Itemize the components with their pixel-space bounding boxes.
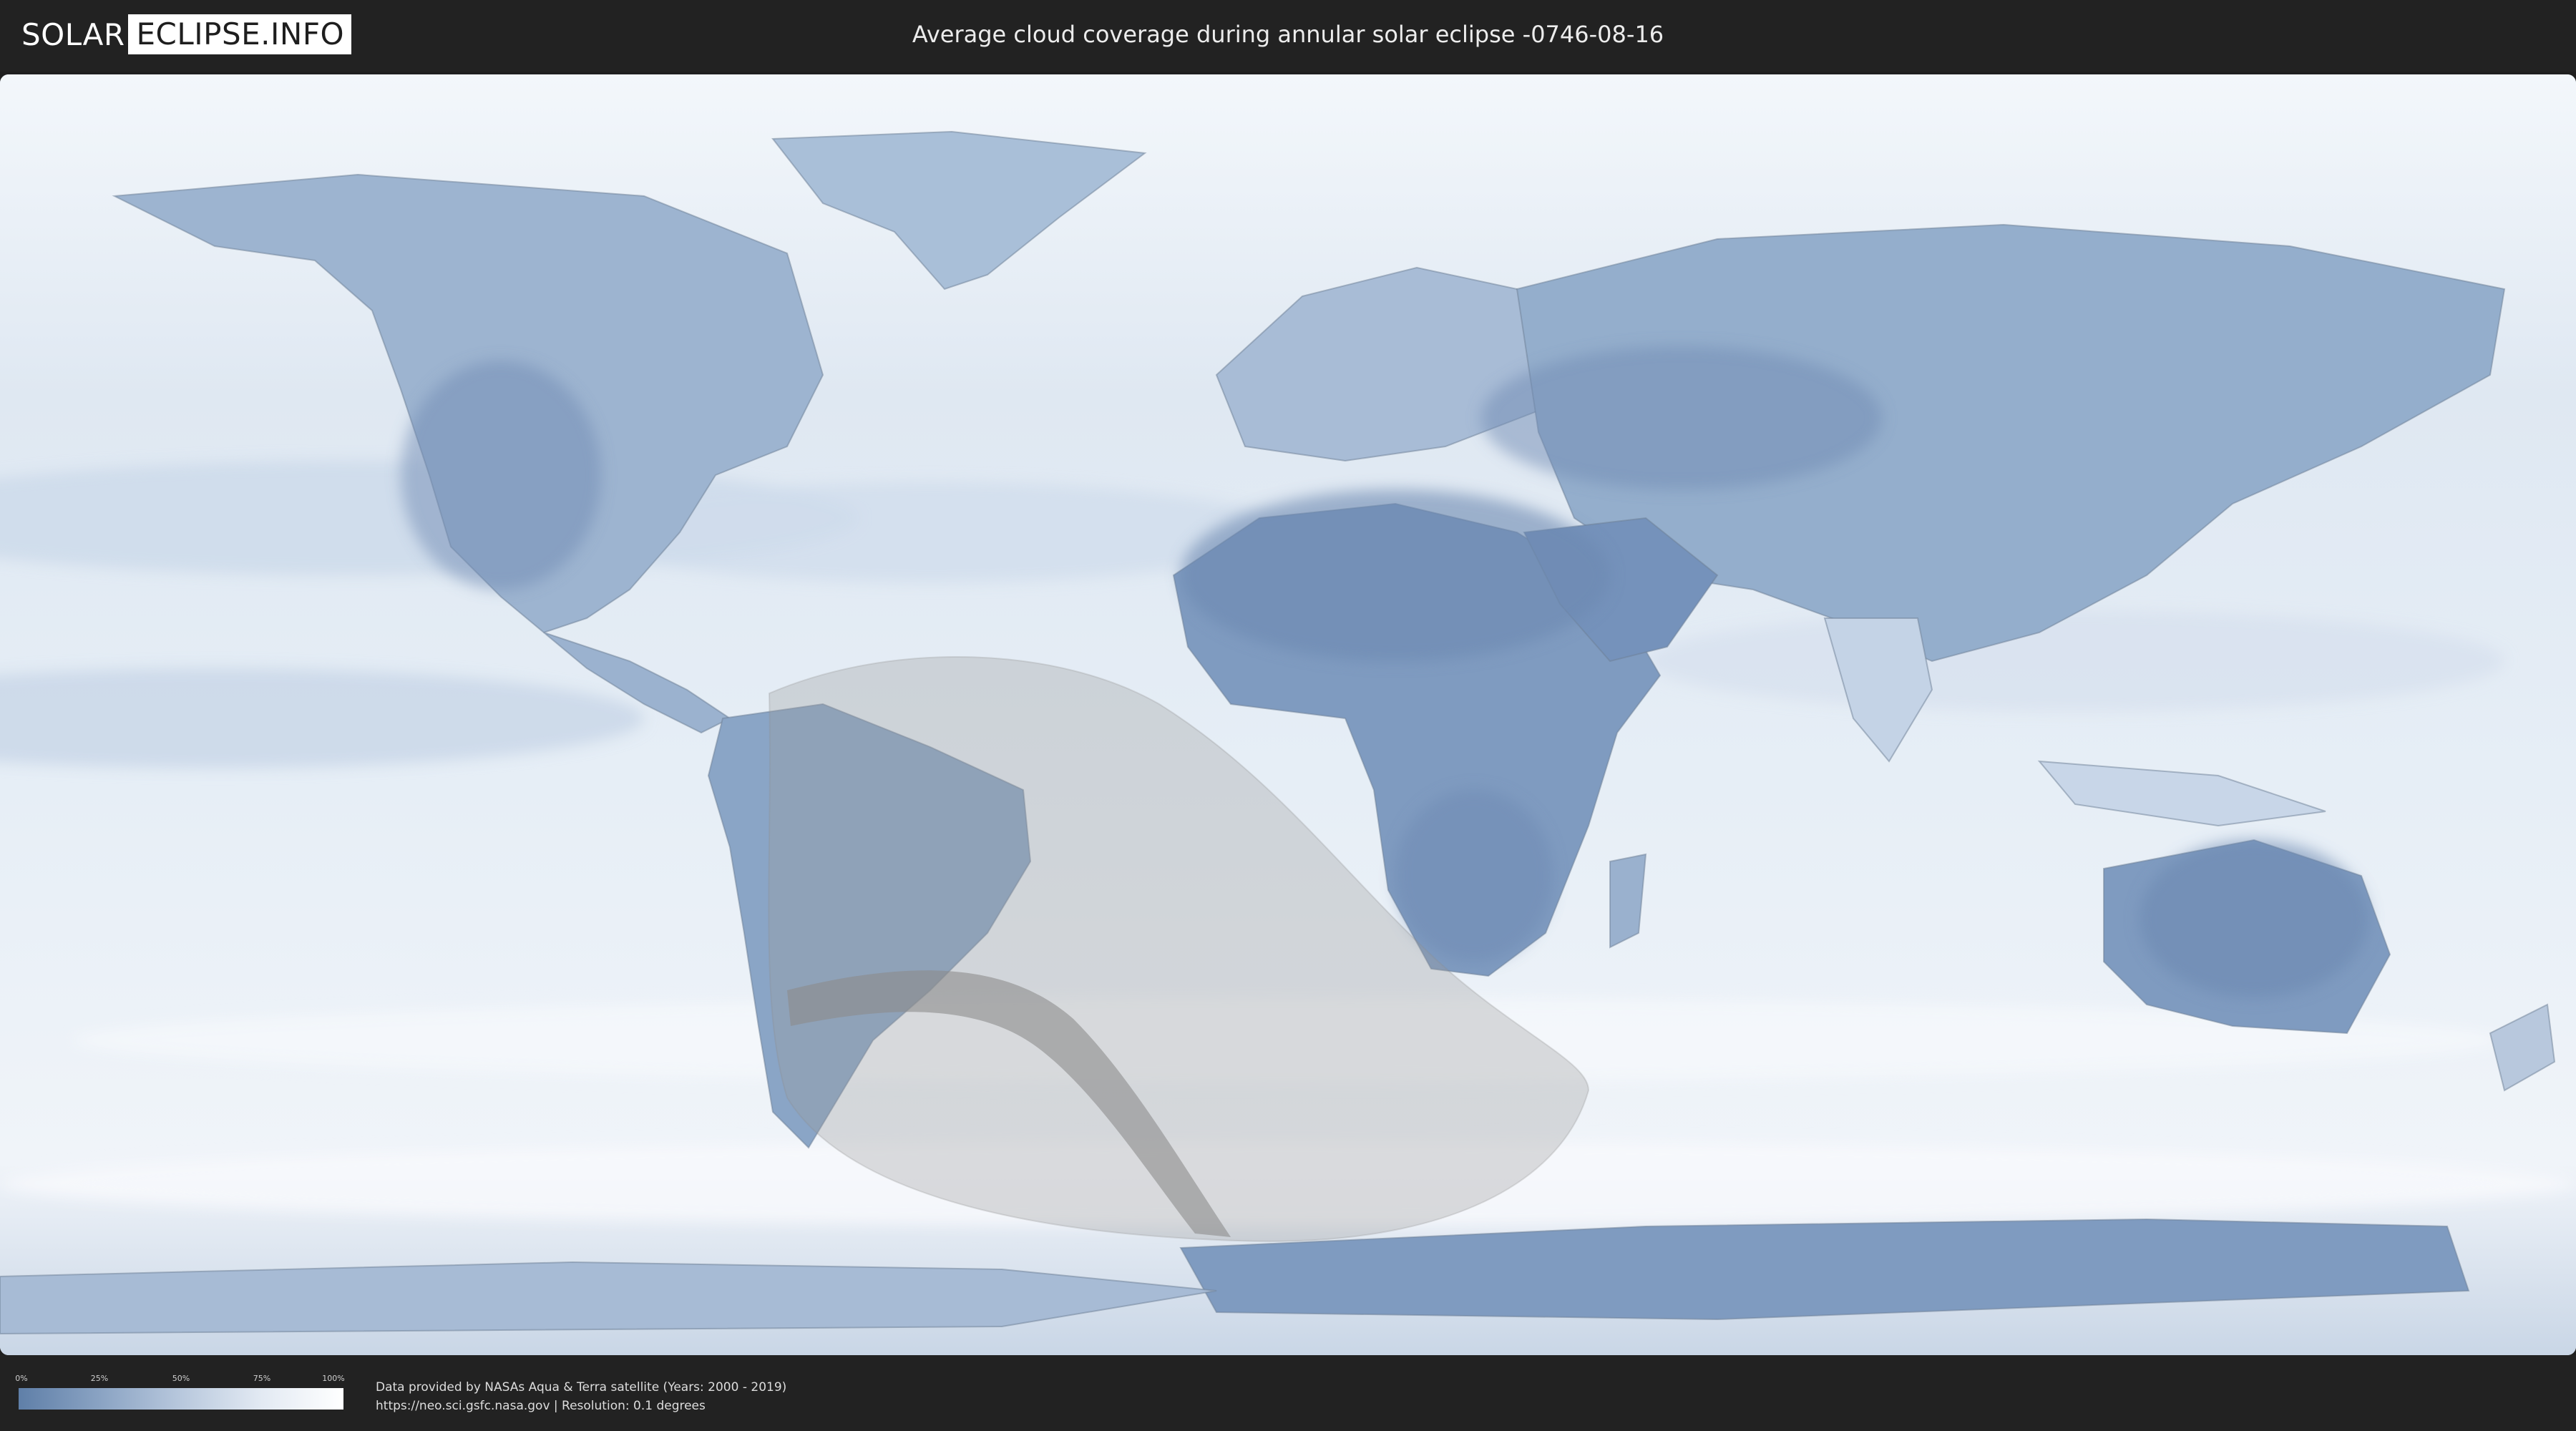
credits-line-2[interactable]: https://neo.sci.gsfc.nasa.gov | Resoluti… xyxy=(376,1397,786,1415)
cloud-coverage-map[interactable] xyxy=(0,74,2576,1355)
header-bar: SOLAR ECLIPSE.INFO Average cloud coverag… xyxy=(0,0,2576,72)
cloud-coverage-legend: 0% 25% 50% 75% 100% xyxy=(15,1374,345,1410)
data-credits: Data provided by NASAs Aqua & Terra sate… xyxy=(376,1378,786,1415)
legend-tick-0: 0% xyxy=(15,1374,28,1383)
legend-tick-25: 25% xyxy=(90,1374,109,1383)
legend-tick-100: 100% xyxy=(322,1374,345,1383)
legend-gradient-bar xyxy=(19,1388,343,1410)
legend-tick-50: 50% xyxy=(172,1374,190,1383)
credits-line-1: Data provided by NASAs Aqua & Terra sate… xyxy=(376,1380,787,1395)
legend-ticks: 0% 25% 50% 75% 100% xyxy=(15,1374,345,1388)
world-map-svg xyxy=(0,74,2576,1355)
legend-tick-75: 75% xyxy=(253,1374,271,1383)
page-title: Average cloud coverage during annular so… xyxy=(912,21,1664,48)
